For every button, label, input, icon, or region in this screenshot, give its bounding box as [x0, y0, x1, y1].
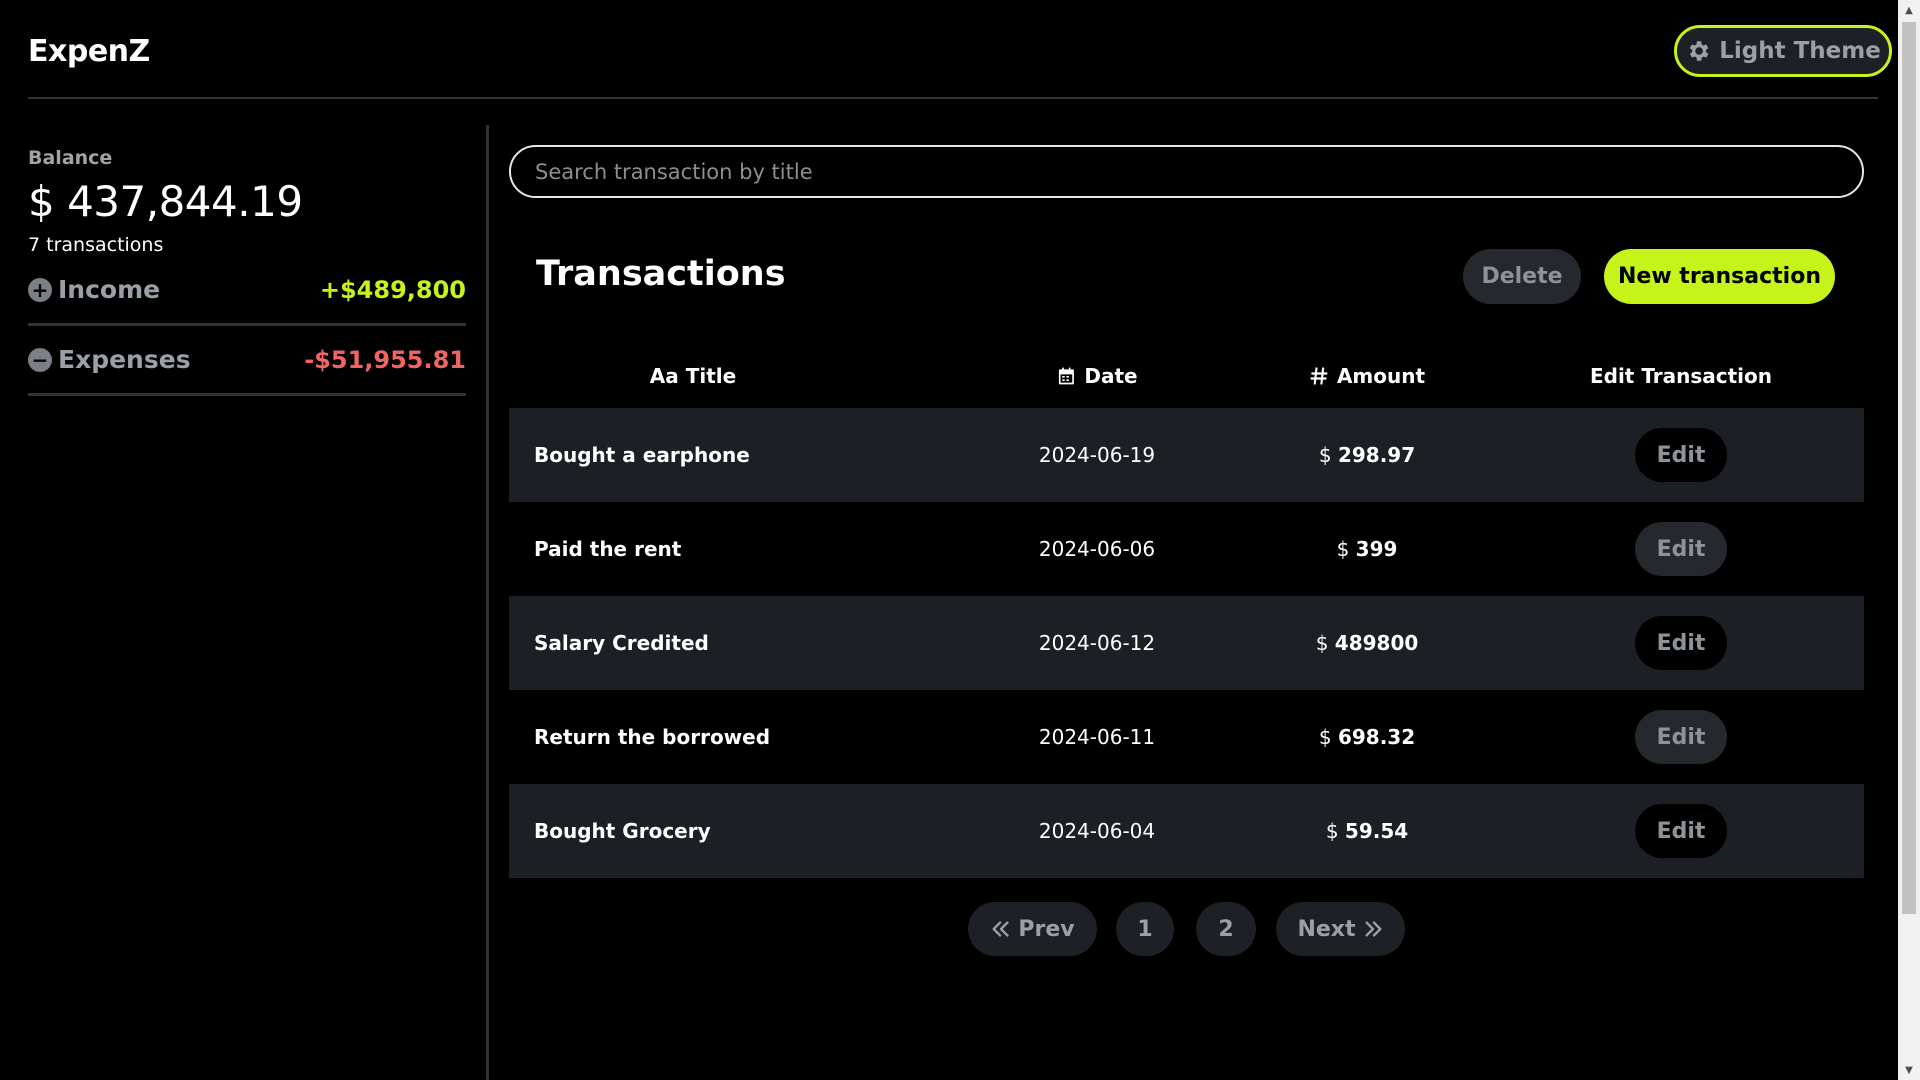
row-amount: $ 298.97	[1319, 443, 1415, 467]
scroll-down-arrow-icon[interactable]: ▼	[1898, 1060, 1920, 1080]
vertical-scrollbar[interactable]: ▲ ▼	[1898, 0, 1920, 1080]
table-row[interactable]: Salary Credited 2024-06-12 $ 489800 Edit	[509, 596, 1864, 690]
balance-value: $ 437,844.19	[28, 177, 303, 226]
row-amount: $ 698.32	[1319, 725, 1415, 749]
table-row[interactable]: Return the borrowed 2024-06-11 $ 698.32 …	[509, 690, 1864, 784]
row-date: 2024-06-12	[1038, 631, 1156, 655]
row-title: Bought a earphone	[534, 443, 750, 467]
currency-symbol: $	[1318, 725, 1332, 749]
column-header-edit-label: Edit Transaction	[1589, 364, 1773, 388]
currency-symbol: $	[1325, 819, 1339, 843]
edit-button[interactable]: Edit	[1635, 804, 1727, 858]
amount-value: 489800	[1334, 631, 1419, 655]
sidebar-divider	[486, 125, 489, 1080]
amount-value: 298.97	[1337, 443, 1416, 467]
column-header-title-label: Aa Title	[649, 364, 737, 388]
table-row[interactable]: Bought a earphone 2024-06-19 $ 298.97 Ed…	[509, 408, 1864, 502]
transactions-table-body: Bought a earphone 2024-06-19 $ 298.97 Ed…	[509, 408, 1864, 878]
row-title: Paid the rent	[534, 537, 682, 561]
edit-button[interactable]: Edit	[1635, 710, 1727, 764]
brand-logo[interactable]: ExpenZ	[28, 34, 150, 69]
sidebar: Balance $ 437,844.19 7 transactions + In…	[28, 125, 466, 396]
gear-icon	[1689, 41, 1709, 61]
currency-symbol: $	[1315, 631, 1329, 655]
chevrons-left-icon	[992, 921, 1009, 937]
income-row: + Income +$489,800	[28, 256, 466, 326]
scroll-up-arrow-icon[interactable]: ▲	[1898, 0, 1920, 20]
hash-icon	[1310, 367, 1328, 385]
income-value: +$489,800	[319, 275, 466, 304]
amount-value: 698.32	[1337, 725, 1416, 749]
row-date: 2024-06-11	[1038, 725, 1156, 749]
table-header: Aa Title Date Amount Edit Transaction	[509, 322, 1864, 408]
next-page-label: Next	[1297, 916, 1356, 942]
pagination: Prev 1 2 Next	[509, 902, 1864, 992]
expenses-row: − Expenses -$51,955.81	[28, 326, 466, 396]
plus-circle-icon: +	[28, 277, 52, 302]
column-header-title[interactable]: Aa Title	[650, 364, 736, 388]
row-amount: $ 399	[1337, 537, 1398, 561]
income-label: Income	[58, 275, 161, 304]
edit-button[interactable]: Edit	[1635, 428, 1727, 482]
main-content: Transactions Delete New transaction Aa T…	[509, 145, 1864, 992]
chevrons-right-icon	[1364, 921, 1382, 937]
page-title: Transactions	[536, 254, 786, 294]
expenses-value: -$51,955.81	[304, 345, 466, 374]
row-amount: $ 489800	[1316, 631, 1419, 655]
prev-page-button[interactable]: Prev	[968, 902, 1097, 956]
search-input[interactable]	[509, 145, 1864, 198]
theme-toggle-label: Light Theme	[1719, 38, 1881, 64]
scrollbar-thumb[interactable]	[1902, 22, 1916, 914]
row-title: Salary Credited	[534, 631, 709, 655]
row-amount: $ 59.54	[1326, 819, 1408, 843]
next-page-button[interactable]: Next	[1276, 902, 1405, 956]
new-transaction-button[interactable]: New transaction	[1604, 249, 1835, 304]
table-row[interactable]: Paid the rent 2024-06-06 $ 399 Edit	[509, 502, 1864, 596]
expenses-label: Expenses	[58, 345, 191, 374]
currency-symbol: $	[1336, 537, 1350, 561]
column-header-date-label: Date	[1084, 364, 1138, 388]
row-title: Return the borrowed	[534, 725, 771, 749]
page-button-1[interactable]: 1	[1116, 902, 1174, 956]
column-header-date[interactable]: Date	[1056, 364, 1138, 388]
delete-button[interactable]: Delete	[1463, 249, 1581, 304]
column-header-edit: Edit Transaction	[1590, 364, 1772, 388]
column-header-amount[interactable]: Amount	[1309, 364, 1425, 388]
transaction-count: 7 transactions	[28, 234, 164, 256]
header: ExpenZ Light Theme	[28, 0, 1892, 99]
calendar-icon	[1058, 367, 1074, 385]
row-title: Bought Grocery	[534, 819, 711, 843]
theme-toggle-button[interactable]: Light Theme	[1674, 25, 1892, 77]
minus-circle-icon: −	[28, 347, 52, 372]
prev-page-label: Prev	[1018, 916, 1075, 942]
row-date: 2024-06-19	[1038, 443, 1156, 467]
edit-button[interactable]: Edit	[1635, 522, 1727, 576]
currency-symbol: $	[1318, 443, 1332, 467]
app: ExpenZ Light Theme Balance $ 437,844.19 …	[0, 0, 1898, 1080]
page-button-2[interactable]: 2	[1196, 902, 1256, 956]
amount-value: 59.54	[1344, 819, 1409, 843]
table-row[interactable]: Bought Grocery 2024-06-04 $ 59.54 Edit	[509, 784, 1864, 878]
transactions-toolbar: Transactions Delete New transaction	[509, 202, 1864, 322]
edit-button[interactable]: Edit	[1635, 616, 1727, 670]
balance-label: Balance	[28, 147, 113, 169]
column-header-amount-label: Amount	[1336, 364, 1426, 388]
amount-value: 399	[1355, 537, 1398, 561]
row-date: 2024-06-04	[1038, 819, 1156, 843]
row-date: 2024-06-06	[1038, 537, 1156, 561]
